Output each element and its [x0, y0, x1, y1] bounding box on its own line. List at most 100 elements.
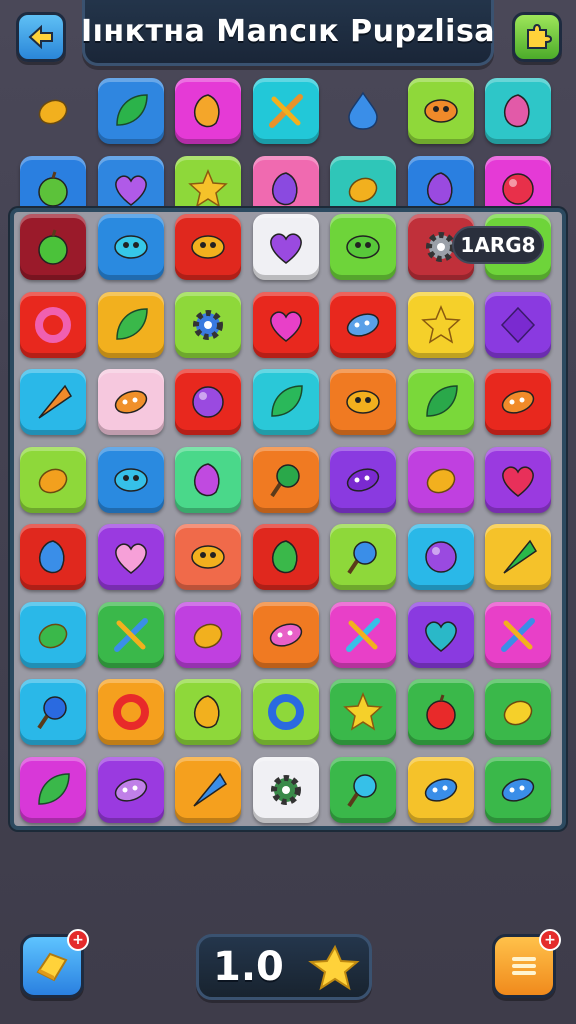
grid-tile[interactable] — [407, 446, 474, 513]
heart-icon — [114, 175, 147, 206]
grid-tile[interactable] — [485, 446, 551, 513]
grid-tile[interactable] — [485, 524, 551, 590]
tray-piece[interactable] — [175, 78, 241, 144]
grid-tile[interactable] — [20, 446, 86, 513]
grid-tile[interactable] — [97, 291, 164, 358]
wedge-icon — [503, 539, 538, 574]
grid-tile[interactable] — [20, 756, 86, 823]
tray-piece[interactable] — [252, 78, 319, 144]
ring-icon — [112, 694, 149, 730]
hint-button[interactable]: + — [20, 929, 89, 998]
menu-button[interactable]: + — [492, 929, 561, 998]
gold-bar-icon — [36, 952, 68, 982]
grid-tile[interactable] — [485, 291, 551, 358]
grid-tile[interactable] — [175, 291, 241, 358]
tray-piece[interactable] — [20, 78, 86, 144]
fruit-face-icon — [423, 99, 458, 123]
grid-tile[interactable] — [97, 446, 164, 513]
mushroom-icon — [504, 94, 530, 128]
grid-tile[interactable] — [407, 679, 474, 745]
tray-piece[interactable] — [485, 78, 551, 144]
grid-tile[interactable] — [252, 524, 319, 590]
grid-tile[interactable] — [252, 291, 319, 358]
cross-sticks-icon — [113, 617, 148, 652]
tray-piece[interactable] — [407, 78, 474, 144]
leaf-icon — [115, 307, 148, 340]
grid-tile[interactable] — [407, 369, 474, 435]
grid-tile[interactable] — [407, 291, 474, 358]
grid-tile[interactable] — [330, 369, 396, 435]
star-icon — [308, 944, 360, 991]
grid-tile[interactable] — [20, 291, 86, 358]
grid-tile[interactable] — [485, 679, 551, 745]
clover-icon — [425, 385, 458, 417]
grid-tile[interactable] — [20, 679, 86, 745]
grid-tile[interactable] — [175, 601, 241, 668]
grid-tile[interactable] — [485, 756, 551, 823]
arrow-icon — [193, 772, 228, 807]
grid-tile[interactable] — [97, 601, 164, 668]
puzzle-button[interactable] — [512, 12, 562, 62]
grid-tile[interactable] — [407, 756, 474, 823]
grid-tile[interactable] — [252, 601, 319, 668]
score-display: 1ARG8 — [452, 226, 544, 264]
mirror-icon — [37, 696, 67, 730]
bubble-icon — [424, 777, 457, 802]
figure-icon — [271, 540, 297, 574]
left-arrow-icon — [28, 24, 53, 50]
eye-icon — [113, 235, 148, 259]
grid-tile[interactable] — [330, 214, 396, 280]
grid-tile[interactable] — [252, 214, 319, 280]
water-drop-icon — [348, 91, 378, 130]
grid-tile[interactable] — [97, 756, 164, 823]
grid-tile[interactable] — [407, 524, 474, 590]
grid-tile[interactable] — [175, 756, 241, 823]
grid-tile[interactable] — [97, 679, 164, 745]
grid-tile[interactable] — [97, 369, 164, 435]
grid-tile[interactable] — [20, 524, 86, 590]
pencil-icon — [501, 617, 535, 652]
grid-tile[interactable] — [330, 601, 396, 668]
grid-tile[interactable] — [97, 524, 164, 590]
plum-icon — [192, 386, 224, 418]
grid-tile[interactable] — [20, 369, 86, 435]
grid-tile[interactable] — [485, 369, 551, 435]
lemon-icon — [38, 99, 68, 125]
grid-tile[interactable] — [407, 601, 474, 668]
heart-icon — [269, 310, 302, 342]
bean-icon — [346, 467, 380, 492]
grid-tile[interactable] — [330, 679, 396, 745]
grid-tile[interactable] — [252, 446, 319, 513]
tray-piece[interactable] — [97, 78, 164, 144]
diamond-icon — [500, 306, 536, 343]
grid-tile[interactable] — [330, 524, 396, 590]
grid-tile[interactable] — [330, 756, 396, 823]
grid-tile[interactable] — [330, 446, 396, 513]
gear-icon — [270, 774, 301, 805]
grid-tile[interactable] — [175, 524, 241, 590]
grid-tile[interactable] — [20, 601, 86, 668]
swirl-icon — [426, 172, 452, 206]
frog-icon — [346, 235, 380, 259]
grid-tile[interactable] — [485, 601, 551, 668]
grid-tile[interactable] — [252, 756, 319, 823]
star-icon — [420, 304, 461, 344]
grid-tile[interactable] — [20, 214, 86, 280]
grid-tile[interactable] — [175, 679, 241, 745]
grid-tile[interactable] — [252, 369, 319, 435]
cross-sticks-icon — [268, 94, 303, 128]
grid-tile[interactable] — [175, 446, 241, 513]
cross-sticks-icon — [346, 617, 380, 652]
apple-icon — [38, 229, 68, 265]
grid-tile[interactable] — [175, 369, 241, 435]
grid-tile[interactable] — [330, 291, 396, 358]
heart-icon — [424, 620, 457, 652]
grid-tile[interactable] — [97, 214, 164, 280]
menu-lines-icon — [512, 957, 536, 975]
back-button[interactable] — [16, 12, 66, 62]
leaf-icon — [38, 772, 70, 805]
heart-icon — [114, 543, 147, 574]
tray-piece[interactable] — [330, 78, 396, 144]
grid-tile[interactable] — [175, 214, 241, 280]
grid-tile[interactable] — [252, 679, 319, 745]
